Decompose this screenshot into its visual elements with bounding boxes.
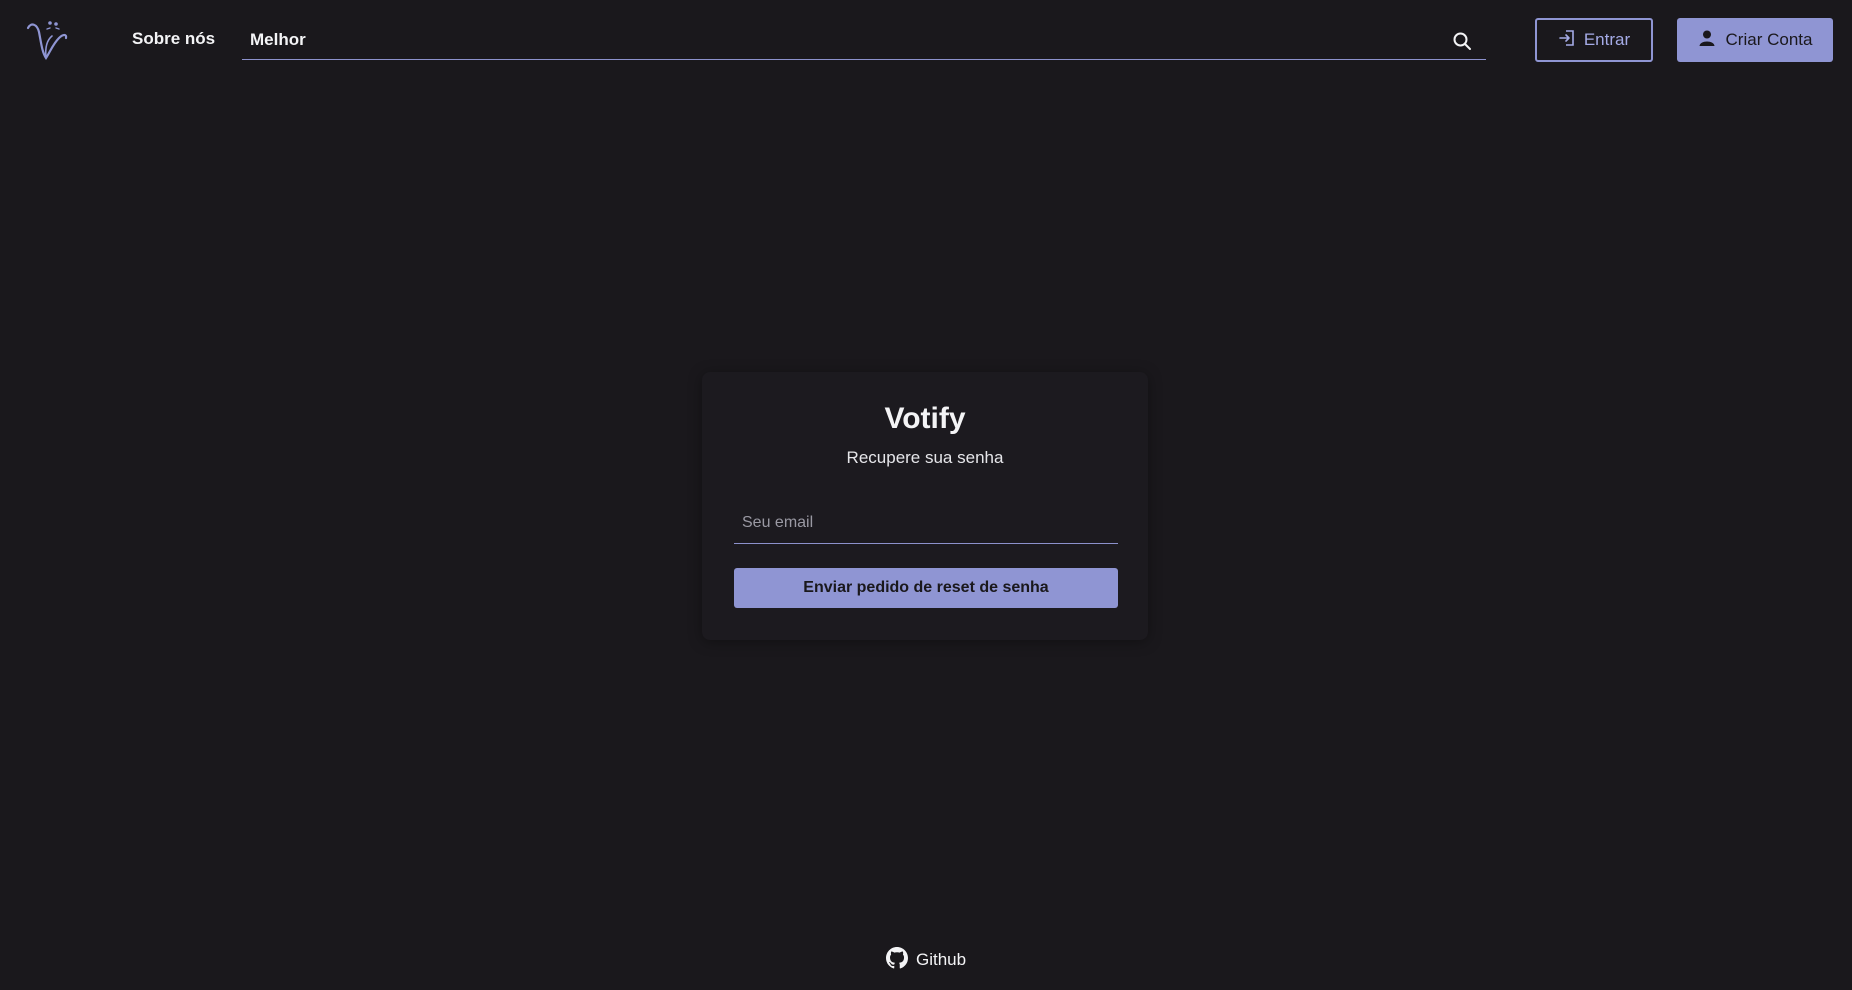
create-account-button[interactable]: Criar Conta	[1677, 18, 1833, 62]
password-reset-card: Votify Recupere sua senha Enviar pedido …	[702, 372, 1148, 640]
login-button-label: Entrar	[1583, 30, 1631, 49]
header: Sobre nós Entrar Criar Conta	[0, 0, 1852, 80]
create-account-label: Criar Conta	[1725, 30, 1813, 49]
search-bar	[242, 22, 1486, 60]
email-field-wrapper	[734, 502, 1118, 544]
github-label: Github	[916, 950, 967, 969]
send-reset-request-button[interactable]: Enviar pedido de reset de senha	[734, 568, 1118, 608]
search-icon[interactable]	[1452, 31, 1472, 51]
votify-logo-icon[interactable]	[25, 18, 71, 62]
login-icon	[1558, 29, 1576, 52]
card-subtitle: Recupere sua senha	[846, 448, 1004, 467]
card-title: Votify	[884, 402, 966, 435]
search-input[interactable]	[242, 22, 1432, 58]
nav-about-link[interactable]: Sobre nós	[132, 29, 215, 49]
github-icon	[886, 946, 908, 974]
user-icon	[1698, 29, 1716, 52]
login-button[interactable]: Entrar	[1535, 18, 1653, 62]
github-link[interactable]: Github	[886, 946, 967, 974]
email-field[interactable]	[734, 502, 1118, 543]
